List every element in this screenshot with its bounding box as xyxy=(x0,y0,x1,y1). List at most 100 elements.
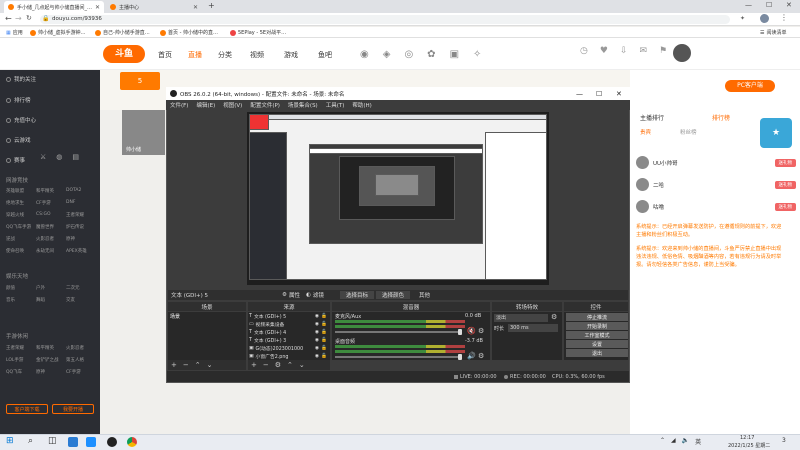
nav-home[interactable]: 首页 xyxy=(158,50,172,60)
category-link[interactable]: APEX英雄 xyxy=(66,248,96,254)
gear-icon[interactable]: ⚙ xyxy=(478,327,484,335)
duration-input[interactable]: 300 ms xyxy=(508,324,558,332)
car-icon[interactable]: ◎ xyxy=(404,49,413,60)
eye-icon[interactable]: ◉ xyxy=(315,314,319,319)
remove-icon[interactable]: − xyxy=(263,361,269,369)
sidebar-item-esports[interactable]: 赛事 xyxy=(6,156,25,164)
bookmark-item[interactable]: 自己-帅小储手游直… xyxy=(95,28,150,37)
category-link[interactable]: QQ飞车 xyxy=(6,369,36,375)
minimize-icon[interactable]: — xyxy=(576,90,583,98)
eye-icon[interactable]: ◉ xyxy=(315,346,319,351)
menu-tools[interactable]: 工具(T) xyxy=(326,101,345,109)
network-icon[interactable]: ◢ xyxy=(671,437,676,446)
lock-icon[interactable]: 🔓 xyxy=(321,354,327,359)
source-item[interactable]: ▣ 小窗广告2.png ◉ 🔓 xyxy=(249,352,327,360)
properties-button[interactable]: ⚙ 属性 xyxy=(282,291,300,299)
nav-category[interactable]: 分类 xyxy=(218,50,232,60)
gear-icon[interactable]: ⚙ xyxy=(478,352,484,360)
task-view-icon[interactable]: ◫ xyxy=(48,436,57,446)
url-input[interactable]: douyu.com/93936 xyxy=(40,15,730,24)
lock-icon[interactable]: 🔓 xyxy=(321,330,327,335)
volume-slider-track[interactable] xyxy=(335,331,460,333)
category-link[interactable]: QQ飞车手游 xyxy=(6,224,36,230)
bag-icon[interactable]: ▤ xyxy=(72,153,79,161)
nav-games[interactable]: 游戏 xyxy=(284,50,298,60)
studio-mode-button[interactable]: 工作室模式 xyxy=(566,331,628,339)
chevron-up-icon[interactable]: ⌃ xyxy=(660,437,665,446)
reload-icon[interactable]: ↻ xyxy=(26,14,32,22)
select-color-button[interactable]: 选择颜色 xyxy=(376,291,411,299)
category-link[interactable]: 和平精英 xyxy=(36,345,66,351)
extensions-icon[interactable]: ✦ xyxy=(740,15,745,22)
tab-fans[interactable]: 粉丝榜 xyxy=(680,128,697,136)
sidebar-item-recharge[interactable]: 充值中心 xyxy=(6,116,36,124)
add-icon[interactable]: + xyxy=(251,361,257,369)
douyu-logo[interactable]: 斗鱼 xyxy=(103,45,145,63)
mission-icon[interactable]: ⚑ xyxy=(659,46,667,56)
source-item[interactable]: ▣ G(动态)2023001000 ◉ 🔓 xyxy=(249,344,327,352)
source-item[interactable]: T 文本 (GDI+) 5 ◉ 🔓 xyxy=(249,312,327,320)
category-link[interactable]: 王者荣耀 xyxy=(66,212,96,218)
category-link[interactable]: 第五人格 xyxy=(66,357,96,363)
nav-live[interactable]: 直播 xyxy=(188,50,202,60)
nav-fishbar[interactable]: 鱼吧 xyxy=(318,50,332,60)
lock-icon[interactable]: 🔓 xyxy=(321,322,327,327)
input-language[interactable]: 英 xyxy=(695,437,701,446)
category-link[interactable]: 原神 xyxy=(36,369,66,375)
fan-row[interactable]: UU小帅哥 送礼物 xyxy=(636,156,796,169)
category-link[interactable]: 炉石传说 xyxy=(66,224,96,230)
bookmark-item[interactable]: 帅小储_虚拟手游钟… xyxy=(30,28,86,37)
category-link[interactable]: 魔兽世界 xyxy=(36,224,66,230)
client-download-button[interactable]: 客户端下载 xyxy=(6,404,48,414)
category-link[interactable]: DNF xyxy=(66,200,96,206)
start-recording-button[interactable]: 开始录制 xyxy=(566,322,628,330)
maximize-icon[interactable]: ☐ xyxy=(596,90,602,98)
menu-view[interactable]: 视图(V) xyxy=(223,101,242,109)
lock-icon[interactable]: 🔓 xyxy=(321,346,327,351)
category-link[interactable]: 音乐 xyxy=(6,297,36,303)
source-item[interactable]: ▭ 视频采集设备 ◉ 🔓 xyxy=(249,320,327,328)
ball-icon[interactable]: ◍ xyxy=(56,153,62,161)
follow-icon[interactable]: ♥ xyxy=(600,46,608,56)
volume-slider-handle[interactable] xyxy=(458,354,462,360)
new-tab-button[interactable]: + xyxy=(208,1,215,10)
sidebar-item-follow[interactable]: 我的关注 xyxy=(6,75,36,83)
windows-start-icon[interactable]: ⊞ xyxy=(6,436,14,446)
settings-button[interactable]: 设置 xyxy=(566,340,628,348)
history-icon[interactable]: ◷ xyxy=(580,46,588,56)
select-target-button[interactable]: 选择目标 xyxy=(340,291,375,299)
box-icon[interactable]: ▣ xyxy=(450,49,459,60)
menu-help[interactable]: 帮助(H) xyxy=(352,101,371,109)
category-link[interactable]: 火影忍者 xyxy=(36,236,66,242)
rank-tag[interactable]: 排行榜 xyxy=(712,113,730,122)
category-link[interactable]: LOL手游 xyxy=(6,357,36,363)
category-link[interactable]: CF手游 xyxy=(66,369,96,375)
close-window-icon[interactable]: ✕ xyxy=(786,1,792,9)
category-link[interactable]: DOTA2 xyxy=(66,188,96,194)
menu-profile[interactable]: 配置文件(P) xyxy=(250,101,280,109)
message-icon[interactable]: ✉ xyxy=(639,46,647,56)
eye-icon[interactable]: ◉ xyxy=(315,322,319,327)
move-up-icon[interactable]: ⌃ xyxy=(287,361,293,369)
notification-badge[interactable]: 3 xyxy=(782,437,786,444)
add-icon[interactable]: + xyxy=(171,361,177,369)
pc-client-button[interactable]: PC客户端 xyxy=(725,80,775,92)
category-link[interactable]: 原神 xyxy=(66,236,96,242)
close-icon[interactable]: ✕ xyxy=(95,4,100,11)
clock-time[interactable]: 12:17 xyxy=(740,435,754,441)
nav-video[interactable]: 视频 xyxy=(250,50,264,60)
close-icon[interactable]: ✕ xyxy=(616,90,622,98)
forward-icon[interactable]: → xyxy=(15,14,22,23)
menu-edit[interactable]: 编辑(E) xyxy=(196,101,215,109)
bookmark-item[interactable]: 首页 - 帅小储中的直… xyxy=(160,28,218,37)
lock-icon[interactable]: 🔓 xyxy=(321,338,327,343)
sidebar-item-rank[interactable]: 排行榜 xyxy=(6,96,31,104)
game-icon[interactable]: ◉ xyxy=(360,49,369,60)
lock-icon[interactable]: 🔓 xyxy=(321,314,327,319)
eye-icon[interactable]: ◉ xyxy=(315,354,319,359)
category-link[interactable]: 绝地求生 xyxy=(6,200,36,206)
category-link[interactable]: 二次元 xyxy=(66,285,96,291)
gear-icon[interactable]: ⚙ xyxy=(551,313,557,321)
gift-icon[interactable]: ✿ xyxy=(427,49,435,60)
bookmark-apps[interactable]: ▦ 应用 xyxy=(6,28,23,37)
